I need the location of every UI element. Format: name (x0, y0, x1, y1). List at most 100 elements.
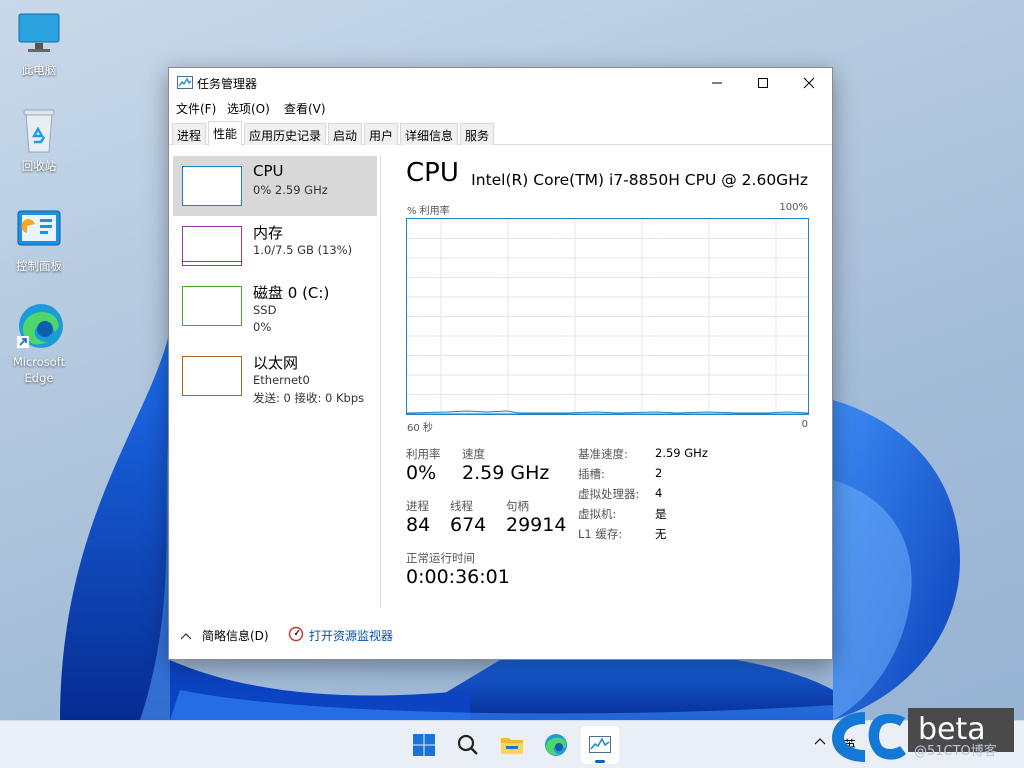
footer: 简略信息(D) 打开资源监视器 (169, 616, 832, 660)
desktop-icon-edge[interactable]: Microsoft Edge (4, 302, 74, 386)
desktop-icon-this-pc[interactable]: 此电脑 (4, 10, 74, 78)
menu-options[interactable]: 选项(O) (227, 100, 270, 117)
desktop-icon-control-panel[interactable]: 控制面板 (4, 206, 74, 274)
ethernet-thumbnail (182, 356, 242, 396)
sidebar-item-ethernet[interactable]: 以太网 Ethernet0 发送: 0 接收: 0 Kbps (173, 346, 377, 406)
spec-value-l1-cache: 无 (655, 527, 667, 541)
maximize-icon (758, 78, 768, 88)
desktop-icon-label: 回收站 (21, 159, 57, 173)
desktop-icon-label: 控制面板 (16, 259, 62, 273)
performance-pane: CPU 0% 2.59 GHz 内存 1.0/7.5 GB (13%) 磁盘 0… (169, 146, 832, 616)
start-button[interactable] (405, 726, 443, 764)
edge-icon (545, 734, 567, 756)
tab-users[interactable]: 用户 (364, 123, 399, 145)
processes-label: 进程 (406, 499, 429, 513)
fewer-details-button[interactable]: 简略信息(D) (202, 627, 269, 644)
start-icon (413, 734, 435, 756)
close-icon (803, 77, 815, 89)
window-title: 任务管理器 (197, 77, 258, 91)
file-explorer-button[interactable] (493, 726, 531, 764)
monitor-icon (15, 10, 63, 58)
graph-canvas (406, 219, 809, 415)
sidebar-item-disk[interactable]: 磁盘 0 (C:) SSD 0% (173, 276, 377, 336)
task-manager-taskbar-button[interactable] (581, 726, 619, 764)
page-title: CPU (406, 158, 459, 188)
tab-bar: 进程 性能 应用历史记录 启动 用户 详细信息 服务 (169, 121, 832, 146)
cpu-utilization-graph (406, 218, 809, 415)
maximize-button[interactable] (740, 68, 786, 98)
tab-performance[interactable]: 性能 (208, 121, 243, 146)
task-manager-icon (589, 736, 611, 753)
file-explorer-icon (501, 738, 523, 754)
edge-button[interactable] (537, 726, 575, 764)
threads-label: 线程 (450, 499, 473, 513)
sidebar-item-cpu[interactable]: CPU 0% 2.59 GHz (173, 156, 377, 216)
handles-value: 29914 (506, 514, 567, 536)
chevron-up-icon[interactable] (180, 632, 192, 640)
resource-monitor-icon (288, 626, 304, 642)
sidebar-item-adapter: Ethernet0 (253, 373, 310, 387)
menu-view[interactable]: 查看(V) (284, 100, 326, 117)
edge-icon (15, 302, 63, 350)
sidebar-item-memory[interactable]: 内存 1.0/7.5 GB (13%) (173, 216, 377, 276)
uptime-label: 正常运行时间 (406, 551, 475, 565)
spec-value-sockets: 2 (655, 466, 663, 480)
sidebar-item-value: 0% (253, 320, 272, 334)
spec-value-base-speed: 2.59 GHz (655, 446, 708, 460)
open-resource-monitor-link[interactable]: 打开资源监视器 (309, 627, 393, 644)
graph-y-label: % 利用率 (407, 206, 450, 217)
utilization-label: 利用率 (406, 447, 441, 461)
recycle-bin-icon (15, 106, 63, 154)
sidebar-item-label: 以太网 (253, 354, 299, 372)
processes-value: 84 (406, 514, 431, 536)
task-manager-icon (177, 76, 193, 89)
handles-label: 句柄 (506, 499, 529, 513)
watermark-blog: @51CTO博客 (914, 744, 997, 759)
memory-thumbnail (182, 226, 242, 266)
cpu-model: Intel(R) Core(TM) i7-8850H CPU @ 2.60GHz (471, 171, 808, 189)
pane-divider[interactable] (380, 156, 381, 608)
close-button[interactable] (786, 68, 832, 98)
desktop-icon-label: 此电脑 (21, 63, 57, 77)
uptime-value: 0:00:36:01 (406, 566, 510, 588)
sidebar-item-value: 1.0/7.5 GB (13%) (253, 243, 353, 257)
tab-details[interactable]: 详细信息 (400, 123, 459, 145)
spec-key-virtual-machine: 虚拟机: (578, 507, 617, 521)
tab-processes[interactable]: 进程 (172, 123, 207, 145)
search-button[interactable] (449, 726, 487, 764)
task-manager-window: 任务管理器 文件(F) 选项(O) 查看(V) 进程 性能 应用历史记录 启动 … (168, 67, 833, 660)
disk-thumbnail (182, 286, 242, 326)
menu-file[interactable]: 文件(F) (176, 100, 216, 117)
speed-value: 2.59 GHz (462, 462, 550, 484)
tab-startup[interactable]: 启动 (328, 123, 363, 145)
sidebar-item-value: 0% 2.59 GHz (253, 183, 328, 197)
sidebar-item-value: 发送: 0 接收: 0 Kbps (253, 391, 365, 405)
spec-key-l1-cache: L1 缓存: (578, 527, 623, 541)
tab-services[interactable]: 服务 (460, 123, 495, 145)
sidebar-item-label: 内存 (253, 224, 284, 242)
cpu-thumbnail (182, 166, 242, 206)
graph-x-left: 60 秒 (407, 423, 433, 434)
threads-value: 674 (450, 514, 487, 536)
spec-value-virtual-machine: 是 (655, 507, 667, 521)
title-bar[interactable]: 任务管理器 (169, 68, 832, 98)
desktop-icon-recycle-bin[interactable]: 回收站 (4, 106, 74, 174)
tab-app-history[interactable]: 应用历史记录 (244, 123, 327, 145)
memory-usage-line (183, 261, 241, 262)
utilization-value: 0% (406, 462, 437, 484)
menu-bar: 文件(F) 选项(O) 查看(V) (169, 98, 832, 118)
minimize-button[interactable] (694, 68, 740, 98)
spec-value-virtual-processors: 4 (655, 486, 663, 500)
minimize-icon (712, 82, 722, 84)
spec-key-base-speed: 基准速度: (578, 447, 628, 461)
spec-key-sockets: 插槽: (578, 467, 605, 481)
running-indicator (595, 760, 605, 763)
speed-label: 速度 (462, 447, 485, 461)
graph-y-max: 100% (779, 202, 808, 213)
sidebar-item-label: CPU (253, 162, 284, 180)
control-panel-icon (15, 206, 63, 254)
spec-key-virtual-processors: 虚拟处理器: (578, 487, 640, 501)
desktop-icon-label: Microsoft Edge (12, 355, 66, 385)
search-icon (457, 734, 478, 755)
sidebar-item-label: 磁盘 0 (C:) (253, 284, 330, 302)
